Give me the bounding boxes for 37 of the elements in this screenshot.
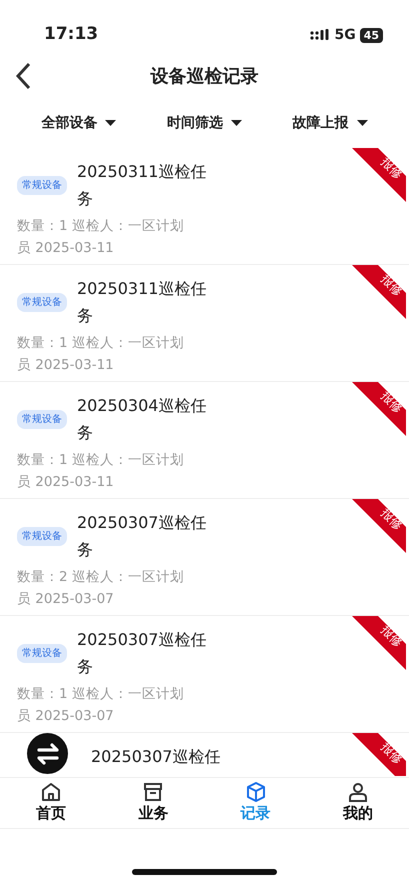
record-title[interactable]: 20250307巡检任务 [77, 626, 211, 680]
category-tag: 常规设备 [17, 410, 67, 428]
filter-dropdown[interactable]: 故障上报 [292, 112, 368, 134]
record-title[interactable]: 20250307巡检任 [91, 743, 225, 770]
home-icon [41, 782, 62, 802]
cube-icon [246, 782, 266, 802]
record-details: 数量：2 巡检人：一区计划员 2025-03-07 [17, 568, 185, 609]
filter-dropdown[interactable]: 全部设备 [41, 112, 116, 134]
status-time: 17:13 [44, 23, 98, 46]
record-title[interactable]: 20250311巡检任务 [77, 275, 211, 329]
swap-icon [36, 742, 60, 764]
network-label: 5G [334, 26, 356, 44]
category-tag: 常规设备 [17, 176, 67, 194]
record-title[interactable]: 20250304巡检任务 [77, 392, 211, 446]
signal-icon [310, 29, 330, 41]
record-details: 数量：1 巡检人：一区计划员 2025-03-11 [17, 451, 185, 492]
page-title: 设备巡检记录 [150, 64, 258, 88]
caret-icon [105, 120, 116, 126]
filter-dropdown[interactable]: 时间筛选 [166, 112, 242, 134]
record-details: 数量：1 巡检人：一区计划员 2025-03-11 [17, 217, 185, 258]
category-tag: 常规设备 [17, 526, 67, 546]
back-icon[interactable] [14, 62, 32, 90]
archive-icon [143, 782, 164, 802]
record-title[interactable]: 20250311巡检任务 [77, 158, 211, 212]
user-icon [348, 782, 368, 802]
caret-icon [356, 120, 368, 126]
tab-item[interactable]: 首页 [36, 782, 66, 824]
tab-item[interactable]: 业务 [138, 782, 168, 824]
battery-level: 45 [360, 28, 383, 42]
category-tag: 常规设备 [17, 644, 67, 662]
caret-icon [230, 120, 242, 126]
record-details: 数量：1 巡检人：一区计划员 2025-03-11 [17, 334, 185, 375]
tab-item[interactable]: 我的 [342, 782, 373, 824]
record-details: 数量：1 巡检人：一区计划员 2025-03-07 [17, 685, 185, 726]
switch-button[interactable] [27, 733, 68, 774]
record-title[interactable]: 20250307巡检任务 [77, 509, 211, 563]
category-tag: 常规设备 [17, 292, 67, 312]
